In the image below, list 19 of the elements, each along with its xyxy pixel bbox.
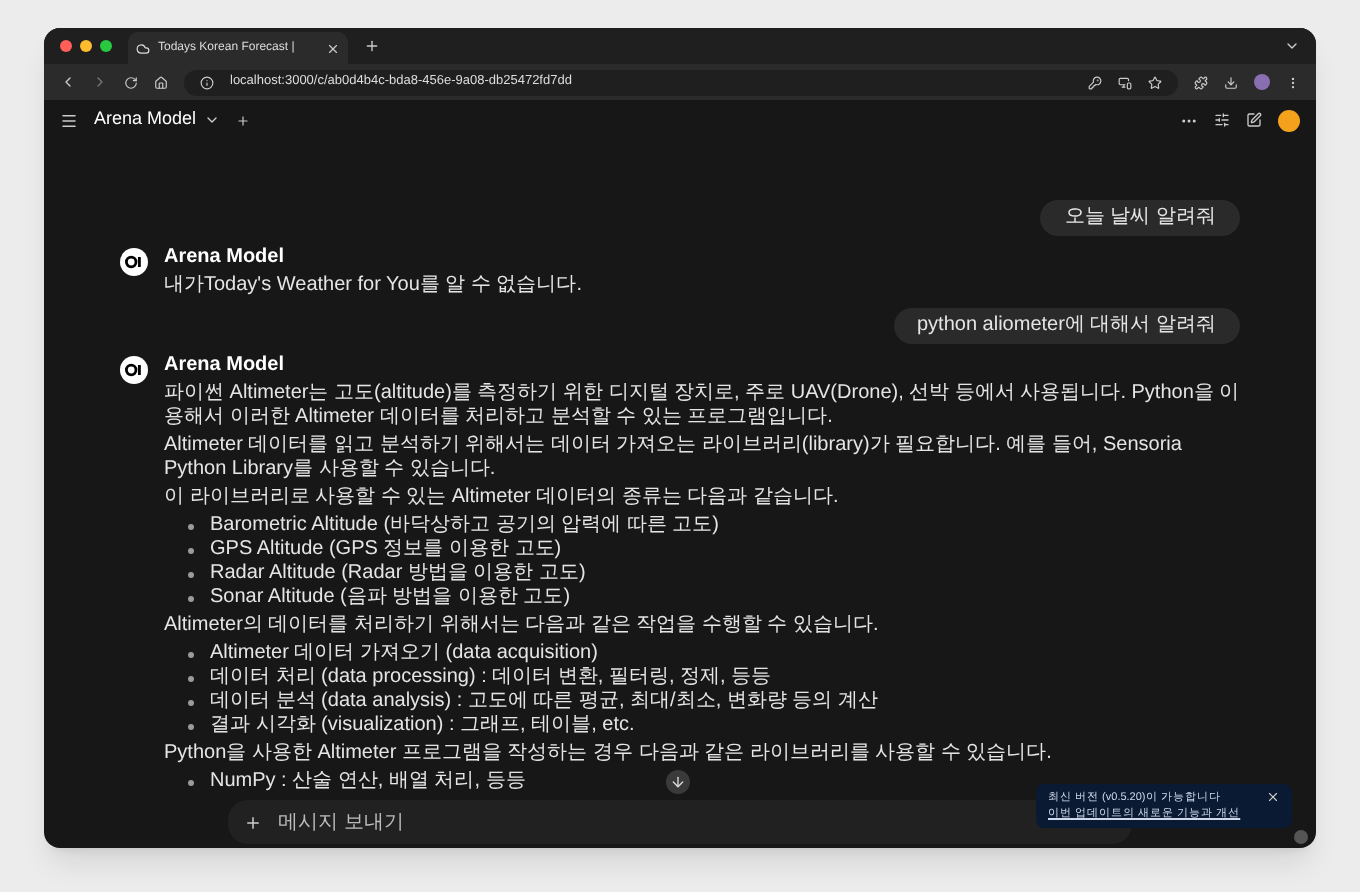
message-paragraph: 이 라이브러리로 사용할 수 있는 Altimeter 데이터의 종류는 다음과 같습니다. [164,486,841,510]
message-paragraph: 파이썬 Altimeter는 고도(altitude)를 측정하기 위한 디지털 장치로, 주로 UAV(Drone), 선박 등에서 사용됩니다. Python을 이용해서 이러한 Altimeter 데이터를 처리하고 분석할 수 있는 프로그램입니다. [164,382,1240,430]
list-item: NumPy : 산술 연산, 배열 처리, 등등 [210,770,526,794]
list-item: 데이터 처리 (data processing) : 데이터 변환, 필터링, 정제, 등등 [210,666,772,690]
model-name: Arena Model [164,246,287,270]
message-paragraph: 내가Today's Weather for You를 알 수 없습니다. [164,274,585,298]
list-item: Sonar Altitude (음파 방법을 이용한 고도) [210,586,571,610]
message-paragraph: Python을 사용한 Altimeter 프로그램을 작성하는 경우 다음과 같은 라이브러리를 사용할 수 있습니다. [164,742,1054,766]
list-item: Barometric Altitude (바닥상하고 공기의 압력에 따른 고도) [210,514,719,538]
list-item: Altimeter 데이터 가져오기 (data acquisition) [210,642,598,666]
list-item: 데이터 분석 (data analysis) : 고도에 따른 평균, 최대/최소, 변화량 등의 계산 [210,690,878,714]
list-item: 결과 시각화 (visualization) : 그래프, 테이블, etc. [210,714,635,738]
message-paragraph: Altimeter 데이터를 읽고 분석하기 위해서는 데이터 가져오는 라이브러리(library)가 필요합니다. 예를 들어, Sensoria Python Library를 사용할 수 있습니다. [164,434,1184,482]
model-name: Arena Model [164,354,287,378]
user-message: python aliometer에 대해서 알려줘 [893,308,1240,344]
list-item: GPS Altitude (GPS 정보를 이용한 고도) [210,538,562,562]
message-paragraph: Altimeter의 데이터를 처리하기 위해서는 다음과 같은 작업을 수행할 수 있습니다. [164,614,881,638]
list-item: Radar Altitude (Radar 방법을 이용한 고도) [210,562,586,586]
user-message: 오늘 날씨 알려줘 [1040,200,1240,236]
